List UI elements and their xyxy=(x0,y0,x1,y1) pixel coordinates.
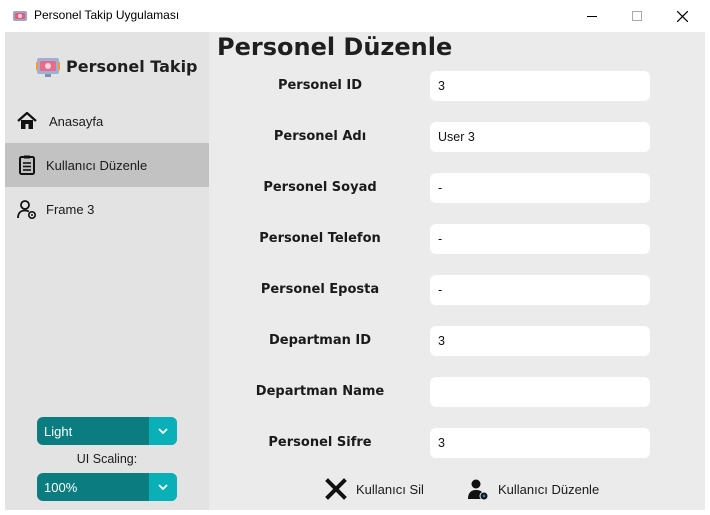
sidebar: Personel Takip Anasayfa Kullanıcı Düzenl… xyxy=(5,32,209,510)
personel-soyad-label: Personel Soyad xyxy=(263,180,377,195)
window-title: Personel Takip Uygulaması xyxy=(34,8,180,22)
sidebar-item-frame-3[interactable]: Frame 3 xyxy=(5,187,209,231)
x-icon xyxy=(325,478,347,500)
ui-scaling-value: 100% xyxy=(44,479,78,495)
sidebar-item-anasayfa[interactable]: Anasayfa xyxy=(5,99,209,143)
minimize-button[interactable] xyxy=(569,0,615,32)
user-settings-icon xyxy=(17,200,37,220)
personel-sifre-input[interactable] xyxy=(430,428,650,458)
personel-telefon-label: Personel Telefon xyxy=(259,231,381,246)
sidebar-item-label: Anasayfa xyxy=(49,113,104,129)
brand: Personel Takip xyxy=(34,52,198,80)
minimize-icon xyxy=(587,16,597,17)
app-icon xyxy=(13,11,27,21)
departman-name-label: Departman Name xyxy=(255,384,385,399)
brand-icon xyxy=(36,58,60,77)
brand-title: Personel Takip xyxy=(66,56,198,76)
delete-user-label: Kullanıcı Sil xyxy=(356,481,424,497)
appearance-dropdown-button[interactable] xyxy=(149,417,177,445)
page-title: Personel Düzenle xyxy=(217,33,453,61)
chevron-down-icon xyxy=(158,428,168,434)
departman-id-label: Departman ID xyxy=(268,333,372,348)
chevron-down-icon xyxy=(158,484,168,490)
personel-telefon-input[interactable] xyxy=(430,224,650,254)
personel-sifre-label: Personel Sifre xyxy=(268,435,372,450)
edit-user-label: Kullanıcı Düzenle xyxy=(498,481,600,497)
user-edit-icon xyxy=(468,479,489,501)
home-icon xyxy=(17,111,37,129)
sidebar-item-kullanici-duzenle[interactable]: Kullanıcı Düzenle xyxy=(5,143,209,187)
personel-adi-label: Personel Adı xyxy=(273,129,367,144)
personel-adi-input[interactable] xyxy=(430,122,650,152)
personel-soyad-input[interactable] xyxy=(430,173,650,203)
edit-user-button[interactable]: Kullanıcı Düzenle xyxy=(466,475,599,503)
personel-id-label: Personel ID xyxy=(277,78,363,93)
delete-user-button[interactable]: Kullanıcı Sil xyxy=(324,475,424,503)
ui-scaling-select[interactable]: 100% xyxy=(37,473,177,501)
maximize-button[interactable] xyxy=(614,0,660,32)
appearance-mode-select[interactable]: Light xyxy=(37,417,177,445)
title-bar: Personel Takip Uygulaması xyxy=(0,0,710,32)
close-icon xyxy=(676,10,688,22)
departman-name-input[interactable] xyxy=(430,377,650,407)
sidebar-item-label: Frame 3 xyxy=(46,201,95,217)
personel-id-input[interactable] xyxy=(430,71,650,101)
clipboard-icon xyxy=(19,155,35,175)
personel-eposta-input[interactable] xyxy=(430,275,650,305)
ui-scaling-label: UI Scaling: xyxy=(76,452,138,466)
sidebar-item-label: Kullanıcı Düzenle xyxy=(46,157,148,173)
close-button[interactable] xyxy=(659,0,705,32)
appearance-mode-value: Light xyxy=(44,423,73,439)
personel-eposta-label: Personel Eposta xyxy=(260,282,380,297)
departman-id-input[interactable] xyxy=(430,326,650,356)
maximize-icon xyxy=(632,11,642,21)
app-window: Personel Takip Anasayfa Kullanıcı Düzenl… xyxy=(5,32,705,510)
scaling-dropdown-button[interactable] xyxy=(149,473,177,501)
